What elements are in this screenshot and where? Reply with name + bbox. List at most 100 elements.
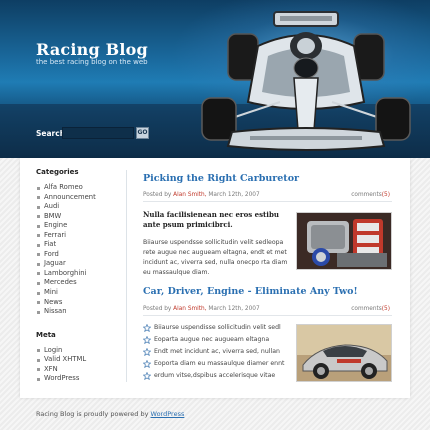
bullet-icon (37, 186, 40, 190)
category-label: Ford (44, 249, 59, 258)
meta-label: Valid XHTML (44, 355, 87, 364)
post-intro: Nulla facilisienean nec eros estibu ante… (143, 210, 279, 229)
category-label: Alfa Romeo (44, 183, 83, 191)
list-item: erdum vitse,dspibus accelerisque vitae (143, 370, 291, 382)
bullet-icon (37, 196, 40, 200)
bullet-icon (37, 215, 40, 219)
search-button[interactable]: GO (136, 127, 149, 139)
category-item[interactable]: Mini (36, 288, 116, 298)
comments-link[interactable]: comments(5) (351, 192, 390, 198)
footer-wordpress-link[interactable]: WordPress (151, 410, 185, 418)
post-author[interactable]: Alan Smith, (173, 192, 208, 198)
star-icon (143, 348, 151, 356)
bullet-icon (37, 253, 40, 257)
bullet-icon (37, 377, 40, 381)
meta-label: XFN (44, 364, 58, 373)
bullet-icon (37, 224, 40, 228)
category-item[interactable]: News (36, 298, 116, 308)
list-item: Eoparta augue nec augueam eltagna (143, 334, 291, 346)
post-title[interactable]: Picking the Right Carburetor (143, 173, 299, 184)
list-item: Eoporta diam eu massaulque diamer ennt (143, 358, 291, 370)
engine-thumbnail[interactable] (296, 212, 392, 270)
sidebar: Categories Alfa Romeo Announcement Audi BMW… (36, 168, 116, 398)
comments-link[interactable]: comments(5) (351, 306, 390, 312)
list-item: Endt met incidunt ac, viverra sed, nulla… (143, 346, 291, 358)
category-label: Ferrari (44, 230, 67, 239)
post-author[interactable]: Alan Smith, (173, 306, 208, 312)
category-item[interactable]: Engine (36, 221, 116, 231)
racing-car-image (201, 11, 411, 151)
meta-item[interactable]: Valid XHTML (36, 355, 116, 365)
bullet-icon (37, 368, 40, 372)
list-item-text: Endt met incidunt ac, viverra sed, nulla… (154, 348, 280, 355)
post-date: March 12th, 2007 (208, 306, 260, 312)
category-item[interactable]: Ferrari (36, 231, 116, 241)
category-item[interactable]: Announcement (36, 193, 116, 203)
category-item[interactable]: Jaguar (36, 259, 116, 269)
site-title[interactable]: Racing Blog (36, 40, 148, 59)
bullet-icon (37, 234, 40, 238)
post-bullet-list: Biiaurse uspendisse sollicitudin velit s… (143, 322, 291, 382)
category-item[interactable]: Nissan (36, 307, 116, 317)
meta-item[interactable]: Login (36, 346, 116, 356)
meta-item[interactable]: WordPress (36, 374, 116, 384)
category-label: BMW (44, 211, 62, 220)
post-meta: Posted by Alan Smith, March 12th, 2007 c… (143, 306, 392, 316)
star-icon (143, 336, 151, 344)
list-item-text: Biiaurse uspendisse sollicitudin velit s… (154, 324, 281, 331)
meta-item[interactable]: XFN (36, 365, 116, 375)
post-body: Biiaurse uspendsse sollicitudin velit se… (143, 239, 288, 276)
list-item: Biiaurse uspendisse sollicitudin velit s… (143, 322, 291, 334)
category-label: News (44, 297, 63, 306)
category-label: Mercedes (44, 278, 77, 287)
category-label: Announcement (44, 192, 96, 201)
category-item[interactable]: Mercedes (36, 278, 116, 288)
star-icon (143, 324, 151, 332)
categories-list: Alfa Romeo Announcement Audi BMW Engine Ferra… (36, 183, 116, 317)
site-tagline: the best racing blog on the web (36, 58, 148, 66)
category-item[interactable]: Alfa Romeo (36, 183, 116, 193)
meta-label: WordPress (44, 374, 80, 383)
category-label: Lamborghini (44, 268, 87, 277)
post-meta: Posted by Alan Smith, March 12th, 2007 c… (143, 192, 392, 202)
category-label: Fiat (44, 240, 57, 249)
category-item[interactable]: Ford (36, 250, 116, 260)
column-divider (126, 170, 127, 382)
post-date: March 12th, 2007 (208, 192, 260, 198)
meta-list: Login Valid XHTML XFN WordPress (36, 346, 116, 384)
bullet-icon (37, 281, 40, 285)
category-label: Audi (44, 202, 60, 211)
bullet-icon (37, 310, 40, 314)
bullet-icon (37, 243, 40, 247)
meta-label: Login (44, 345, 63, 354)
meta-heading: Meta (36, 330, 56, 339)
list-item-text: erdum vitse,dspibus accelerisque vitae (154, 372, 276, 379)
list-item-text: Eoporta diam eu massaulque diamer ennt (154, 360, 285, 367)
categories-heading: Categories (36, 168, 79, 176)
bullet-icon (37, 291, 40, 295)
category-label: Mini (44, 288, 58, 297)
footer: Racing Blog is proudly powered by WordPr… (36, 410, 184, 418)
category-label: Engine (44, 221, 68, 230)
category-item[interactable]: Audi (36, 202, 116, 212)
category-label: Nissan (44, 307, 67, 316)
post-title[interactable]: Car, Driver, Engine - Eliminate Any Two! (143, 286, 358, 297)
car-thumbnail[interactable] (296, 324, 392, 382)
bullet-icon (37, 262, 40, 266)
search-input[interactable] (62, 127, 134, 139)
bullet-icon (37, 205, 40, 209)
bullet-icon (37, 272, 40, 276)
category-item[interactable]: BMW (36, 212, 116, 222)
category-item[interactable]: Fiat (36, 240, 116, 250)
category-item[interactable]: Lamborghini (36, 269, 116, 279)
footer-text: Racing Blog is proudly powered by (36, 410, 149, 418)
bullet-icon (37, 349, 40, 353)
bullet-icon (37, 301, 40, 305)
category-label: Jaguar (44, 259, 66, 268)
posted-by-label: Posted by (143, 192, 172, 198)
posted-by-label: Posted by (143, 306, 172, 312)
star-icon (143, 372, 151, 380)
list-item-text: Eoparta augue nec augueam eltagna (154, 336, 270, 343)
star-icon (143, 360, 151, 368)
site-header: Racing Blog the best racing blog on the … (0, 0, 430, 158)
